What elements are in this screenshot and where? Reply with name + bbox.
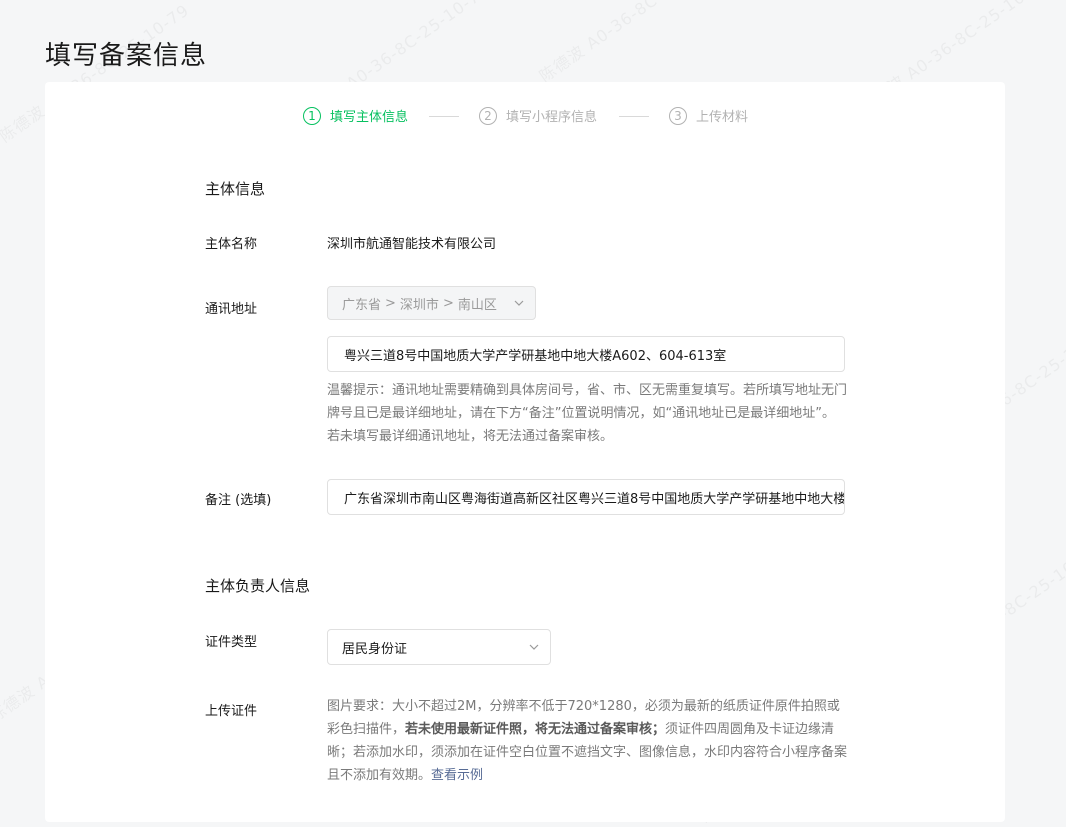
- watermark: 陈德波 A0-36-8C-25-10-79: [534, 0, 734, 87]
- region-city: 深圳市: [399, 297, 439, 313]
- step-connector: [429, 116, 459, 117]
- region-select[interactable]: 广东省 > 深圳市 > 南山区: [327, 286, 536, 320]
- region-separator: >: [442, 295, 454, 311]
- address-tip: 温馨提示：通讯地址需要精确到具体房间号，省、市、区无需重复填写。若所填写地址无门…: [327, 383, 848, 444]
- step-label: 填写小程序信息: [506, 110, 598, 125]
- step-label: 填写主体信息: [330, 110, 409, 125]
- subject-name-value: 深圳市航通智能技术有限公司: [327, 237, 497, 252]
- step-number: 2: [479, 106, 497, 125]
- remark-input[interactable]: 广东省深圳市南山区粤海街道高新区社区粤兴三道8号中国地质大学产学研基地中地大楼A…: [327, 479, 845, 515]
- step-connector: [619, 116, 649, 117]
- address-label: 通讯地址: [205, 302, 258, 317]
- form-card: 1 填写主体信息 2 填写小程序信息 3 上传材料 主体信息 主体名称 深圳市航…: [45, 82, 1005, 822]
- remark-label: 备注 (选填): [205, 493, 272, 508]
- page-title: 填写备案信息: [45, 41, 208, 72]
- id-type-label: 证件类型: [205, 635, 258, 650]
- address-input[interactable]: 粤兴三道8号中国地质大学产学研基地中地大楼A602、604-613室: [327, 336, 845, 372]
- step-number: 1: [303, 106, 321, 125]
- region-district: 南山区: [457, 297, 497, 313]
- region-separator: >: [385, 295, 396, 311]
- upload-id-label: 上传证件: [205, 704, 258, 719]
- stepper: 1 填写主体信息 2 填写小程序信息 3 上传材料: [45, 106, 1005, 126]
- subject-name-label: 主体名称: [205, 237, 258, 252]
- id-type-value: 居民身份证: [342, 641, 408, 657]
- section-title-subject: 主体信息: [205, 180, 266, 198]
- upload-tip: 图片要求：大小不超过2M，分辨率不低于720*1280，必须为最新的纸质证件原件…: [327, 695, 847, 787]
- step-2: 2 填写小程序信息: [479, 106, 597, 125]
- step-number: 3: [669, 106, 687, 125]
- id-type-select[interactable]: 居民身份证: [327, 629, 551, 665]
- region-province: 广东省: [342, 297, 382, 313]
- section-title-owner: 主体负责人信息: [205, 577, 311, 595]
- view-example-link[interactable]: 查看示例: [431, 768, 483, 783]
- step-label: 上传材料: [696, 110, 749, 125]
- upload-tip-warning: 若未使用最新证件照，将无法通过备案审核；: [405, 722, 666, 737]
- chevron-down-icon: [514, 300, 524, 306]
- step-3: 3 上传材料: [669, 106, 748, 125]
- step-1: 1 填写主体信息: [303, 106, 408, 125]
- chevron-down-icon: [529, 644, 539, 650]
